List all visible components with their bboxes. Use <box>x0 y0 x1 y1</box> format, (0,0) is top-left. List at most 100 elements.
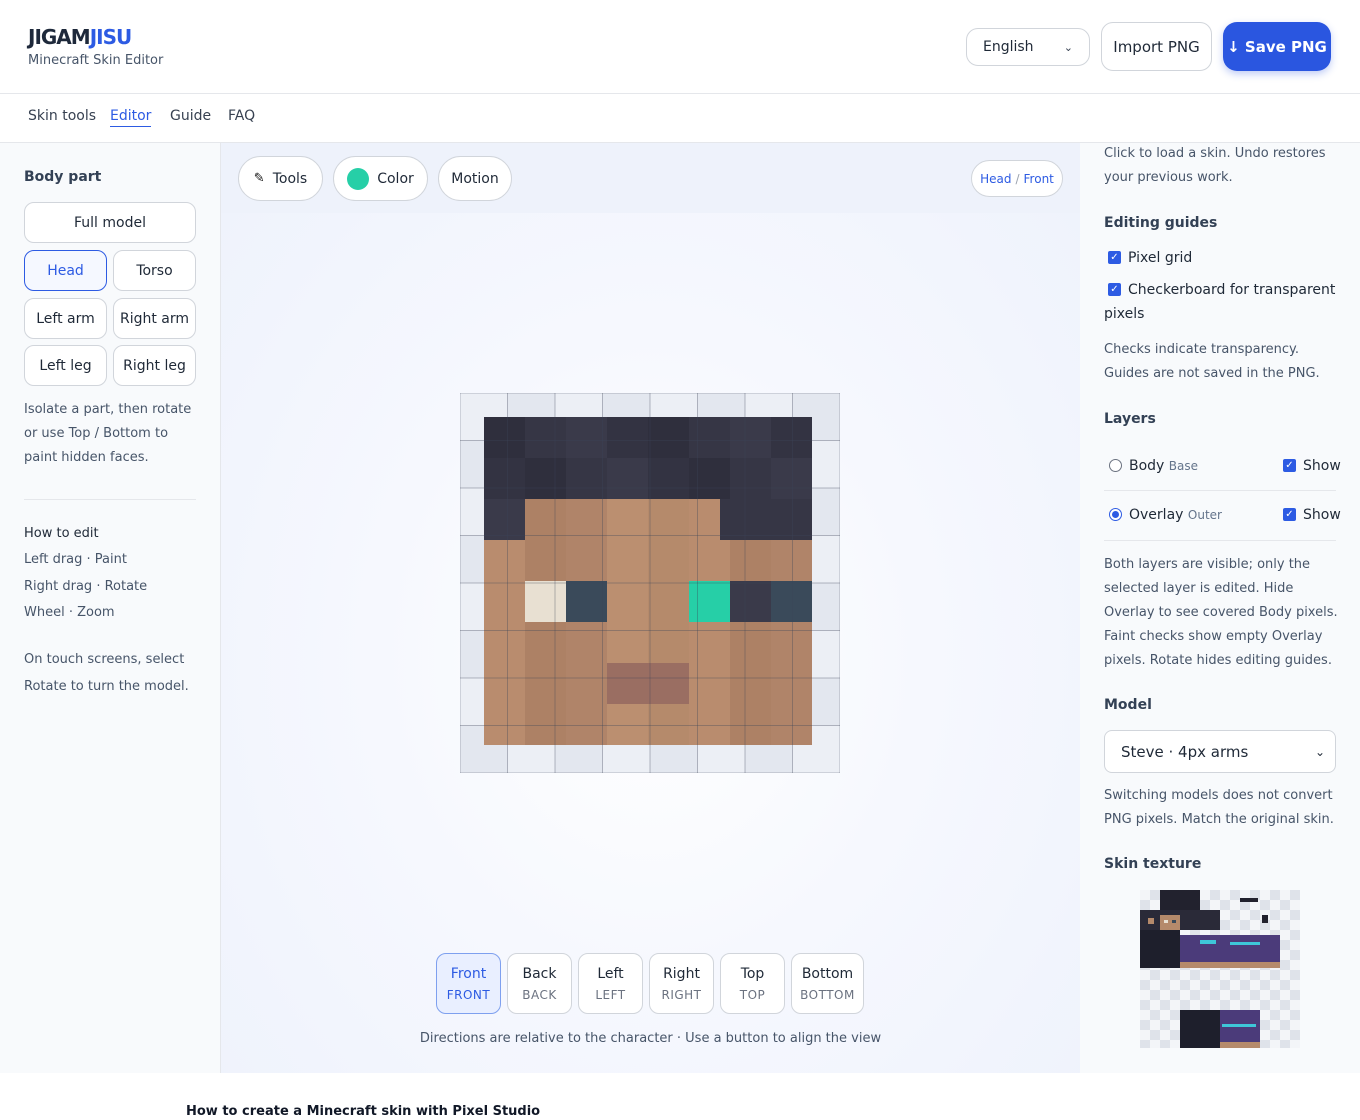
save-png-button[interactable]: ↓ Save PNG <box>1223 22 1331 71</box>
skin-pixel[interactable] <box>648 581 689 622</box>
view-back-button[interactable]: Back BACK <box>507 953 572 1014</box>
hair-pixel[interactable] <box>484 458 525 499</box>
language-select[interactable]: English ⌄ <box>966 28 1090 66</box>
hair-pixel[interactable] <box>525 458 566 499</box>
skin-pixel[interactable] <box>525 540 566 581</box>
eye-white-pixel[interactable] <box>525 581 566 622</box>
skin-pixel[interactable] <box>484 663 525 704</box>
layer-body-show-checkbox[interactable]: ✓ <box>1283 459 1296 472</box>
hair-pixel[interactable] <box>771 417 812 458</box>
skin-pixel[interactable] <box>771 663 812 704</box>
hair-pixel[interactable] <box>648 417 689 458</box>
model-select[interactable]: Steve · 4px arms ⌄ <box>1104 730 1336 773</box>
skin-pixel[interactable] <box>689 622 730 663</box>
part-left-arm-button[interactable]: Left arm <box>24 298 107 339</box>
skin-pixel[interactable] <box>771 704 812 745</box>
hair-pixel[interactable] <box>689 458 730 499</box>
hair-pixel[interactable] <box>484 417 525 458</box>
motion-button[interactable]: Motion <box>438 156 512 201</box>
skin-pixel[interactable] <box>566 540 607 581</box>
painted-pixel[interactable] <box>689 581 730 622</box>
hair-pixel[interactable] <box>566 417 607 458</box>
hair-pixel[interactable] <box>648 458 689 499</box>
part-torso-button[interactable]: Torso <box>113 250 196 291</box>
skin-pixel[interactable] <box>607 540 648 581</box>
import-png-button[interactable]: Import PNG <box>1101 22 1212 71</box>
pixel-grid-checkbox[interactable]: ✓ <box>1108 251 1121 264</box>
skin-pixel[interactable] <box>607 581 648 622</box>
hair-pixel[interactable] <box>607 458 648 499</box>
part-full-model-button[interactable]: Full model <box>24 202 196 243</box>
part-left-leg-button[interactable]: Left leg <box>24 345 107 386</box>
skin-texture-image[interactable] <box>1140 890 1300 1050</box>
view-front-button[interactable]: Front FRONT <box>436 953 501 1014</box>
view-top-button[interactable]: Top TOP <box>720 953 785 1014</box>
skin-texture-preview[interactable] <box>1140 890 1300 1050</box>
skin-pixel[interactable] <box>566 663 607 704</box>
hair-pixel[interactable] <box>771 458 812 499</box>
skin-pixel[interactable] <box>607 704 648 745</box>
color-button[interactable]: Color <box>333 156 428 201</box>
skin-pixel[interactable] <box>484 581 525 622</box>
hair-pixel[interactable] <box>525 417 566 458</box>
hair-pixel[interactable] <box>566 458 607 499</box>
skin-pixel[interactable] <box>730 663 771 704</box>
skin-pixel[interactable] <box>648 704 689 745</box>
hair-pixel[interactable] <box>607 417 648 458</box>
skin-pixel[interactable] <box>689 540 730 581</box>
part-head-button[interactable]: Head <box>24 250 107 291</box>
skin-pixel[interactable] <box>730 622 771 663</box>
layer-overlay-show-checkbox[interactable]: ✓ <box>1283 508 1296 521</box>
head-front-face[interactable] <box>460 393 840 773</box>
skin-pixel[interactable] <box>771 540 812 581</box>
eye-pupil-pixel[interactable] <box>566 581 607 622</box>
nav-skin-tools[interactable]: Skin tools <box>28 108 96 124</box>
texture-checker <box>1220 910 1230 920</box>
texture-checker <box>1250 910 1260 920</box>
skin-pixel[interactable] <box>607 622 648 663</box>
skin-pixel[interactable] <box>525 499 566 540</box>
skin-pixel[interactable] <box>730 704 771 745</box>
nav-editor[interactable]: Editor <box>110 108 152 127</box>
nav-faq[interactable]: FAQ <box>228 108 255 124</box>
current-face-indicator[interactable]: Head / Front <box>971 160 1063 197</box>
skin-pixel[interactable] <box>648 499 689 540</box>
skin-pixel[interactable] <box>525 704 566 745</box>
skin-pixel[interactable] <box>648 540 689 581</box>
skin-pixel[interactable] <box>689 663 730 704</box>
mouth-pixel[interactable] <box>648 663 689 704</box>
nav-guide[interactable]: Guide <box>170 108 211 124</box>
hair-pixel[interactable] <box>689 417 730 458</box>
hair-pixel[interactable] <box>730 581 771 622</box>
hair-pixel[interactable] <box>720 499 812 540</box>
skin-pixel[interactable] <box>525 622 566 663</box>
layer-body-radio[interactable] <box>1109 459 1122 472</box>
skin-pixel[interactable] <box>771 622 812 663</box>
checkerboard-checkbox[interactable]: ✓ <box>1108 283 1121 296</box>
mouth-pixel[interactable] <box>607 663 648 704</box>
skin-pixel[interactable] <box>607 499 648 540</box>
pixel-canvas[interactable] <box>460 393 840 773</box>
skin-pixel[interactable] <box>730 540 771 581</box>
hair-pixel[interactable] <box>484 499 525 540</box>
skin-pixel[interactable] <box>648 622 689 663</box>
skin-pixel[interactable] <box>484 704 525 745</box>
part-right-arm-button[interactable]: Right arm <box>113 298 196 339</box>
brand[interactable]: JIGAMJISU Minecraft Skin Editor <box>28 26 163 68</box>
skin-pixel[interactable] <box>484 622 525 663</box>
view-right-button[interactable]: Right RIGHT <box>649 953 714 1014</box>
part-right-leg-button[interactable]: Right leg <box>113 345 196 386</box>
view-left-button[interactable]: Left LEFT <box>578 953 643 1014</box>
hair-pixel[interactable] <box>730 417 771 458</box>
skin-pixel[interactable] <box>484 540 525 581</box>
view-bottom-button[interactable]: Bottom BOTTOM <box>791 953 864 1014</box>
skin-pixel[interactable] <box>566 704 607 745</box>
skin-pixel[interactable] <box>566 622 607 663</box>
eye-pupil-pixel[interactable] <box>771 581 812 622</box>
layer-overlay-radio[interactable] <box>1109 508 1122 521</box>
skin-pixel[interactable] <box>689 704 730 745</box>
skin-pixel[interactable] <box>566 499 607 540</box>
hair-pixel[interactable] <box>730 458 771 499</box>
skin-pixel[interactable] <box>525 663 566 704</box>
tools-button[interactable]: ✎ Tools <box>238 156 323 201</box>
